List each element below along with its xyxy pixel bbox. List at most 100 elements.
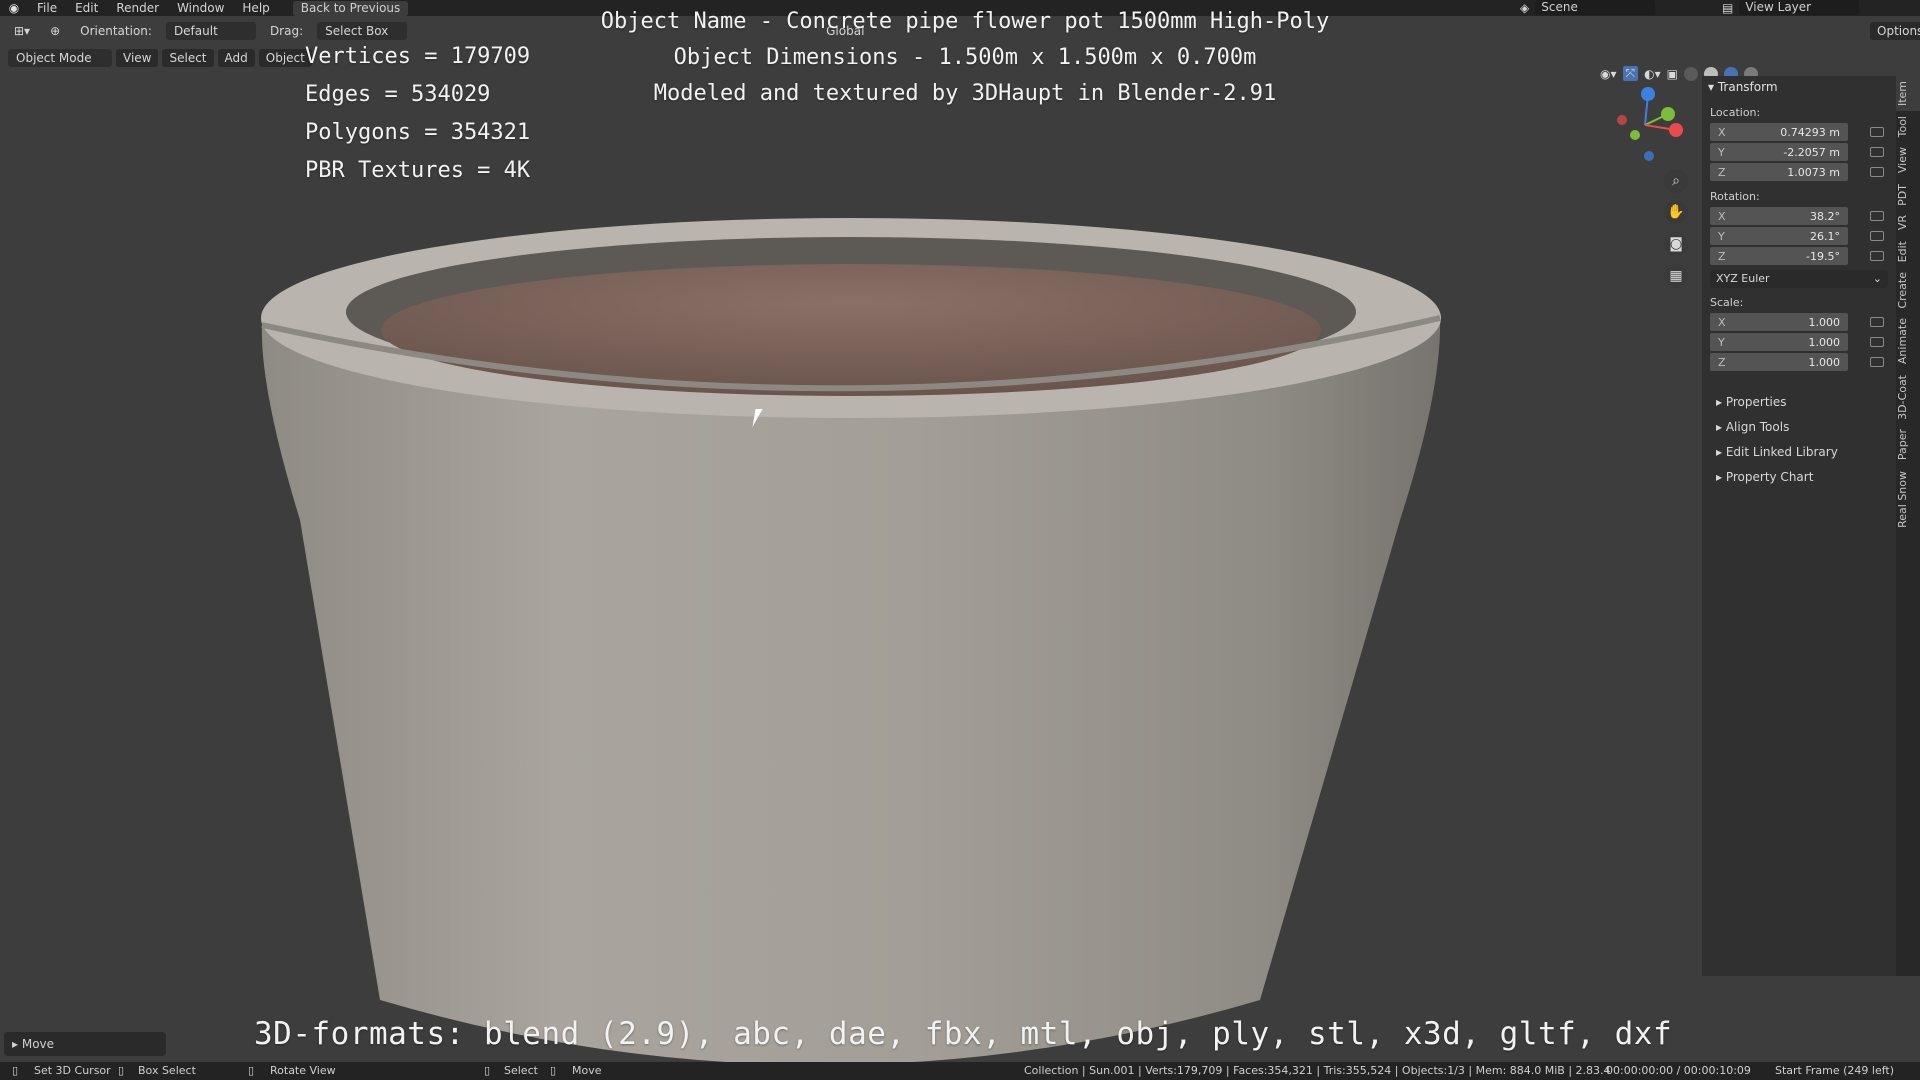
scale-x-lock-icon[interactable] (1870, 317, 1884, 327)
menu-object[interactable]: Object (258, 49, 312, 67)
wireframe-shading-icon[interactable] (1683, 66, 1698, 81)
transform-pivot-icon[interactable]: ⊕ (44, 22, 66, 40)
scale-y-row: Y 1.000 (1710, 332, 1896, 352)
orientation-dropdown[interactable]: Default (165, 22, 256, 40)
location-x-lock-icon[interactable] (1870, 127, 1884, 137)
location-z-lock-icon[interactable] (1870, 167, 1884, 177)
perspective-grid-icon[interactable]: ▦ (1664, 264, 1688, 288)
scene-name-field[interactable]: Scene (1535, 0, 1656, 15)
scene-selector[interactable]: ◈ Scene (1520, 0, 1656, 15)
rotation-x-row: X 38.2° (1710, 206, 1896, 226)
mouse-left-icon: ▯ (12, 1064, 19, 1077)
overlay-toggle-icon[interactable]: ◐▾ (1644, 67, 1661, 81)
view-layer-field[interactable]: View Layer (1739, 0, 1860, 15)
object-dimensions-text: Object Dimensions - 1.500m x 1.500m x 0.… (673, 45, 1257, 70)
pot-body (261, 318, 1441, 1065)
tab-edit[interactable]: Edit (1896, 236, 1920, 267)
menu-file[interactable]: File (28, 0, 66, 16)
rotation-y-field[interactable]: Y 26.1° (1710, 227, 1848, 245)
panel-properties[interactable]: ▸ Properties (1702, 390, 1896, 415)
tab-animate[interactable]: Animate (1896, 313, 1920, 369)
mode-dropdown[interactable]: Object Mode (8, 49, 112, 67)
zoom-icon[interactable]: ⌕ (1664, 169, 1688, 193)
location-y-lock-icon[interactable] (1870, 147, 1884, 157)
view-layer-selector[interactable]: ▤ View Layer (1722, 0, 1860, 15)
scale-z-field[interactable]: Z 1.000 (1710, 353, 1848, 371)
tab-vr[interactable]: VR (1896, 210, 1920, 235)
status-frame-info: Start Frame (249 left) (1775, 1064, 1895, 1077)
scale-label: Scale: (1710, 296, 1744, 309)
mouse-right-icon-2: ▯ (550, 1064, 557, 1077)
panel-edit-linked-library[interactable]: ▸ Edit Linked Library (1702, 440, 1896, 465)
xray-toggle-icon[interactable]: ▣ (1667, 67, 1678, 81)
menu-edit[interactable]: Edit (66, 0, 107, 16)
rotation-z-lock-icon[interactable] (1870, 251, 1884, 261)
scale-z-lock-icon[interactable] (1870, 357, 1884, 367)
last-operator-label: Move (21, 1037, 55, 1051)
rotation-x-field[interactable]: X 38.2° (1710, 207, 1848, 225)
location-y-row: Y -2.2057 m (1710, 142, 1896, 162)
tab-item[interactable]: Item (1896, 76, 1920, 112)
menu-help[interactable]: Help (233, 0, 278, 16)
gizmo-neg-y (1630, 130, 1640, 140)
status-bar: ▯ Set 3D Cursor ▯ Box Select ▯ Rotate Vi… (0, 1062, 1920, 1080)
concrete-pot[interactable] (261, 218, 1441, 1065)
vertices-count: Vertices = 179709 (305, 44, 531, 69)
location-x-field[interactable]: X 0.74293 m (1710, 123, 1848, 141)
menu-add[interactable]: Add (217, 49, 255, 67)
gizmo-neg-z (1644, 151, 1654, 161)
location-z-field[interactable]: Z 1.0073 m (1710, 163, 1848, 181)
mouse-middle-icon: ▯ (248, 1064, 255, 1077)
location-z-row: Z 1.0073 m (1710, 162, 1896, 182)
last-operator-panel[interactable]: ▸ Move (4, 1032, 166, 1056)
back-to-previous-button[interactable]: Back to Previous (292, 0, 409, 16)
object-name-text: Object Name - Concrete pipe flower pot 1… (600, 9, 1330, 34)
menu-render[interactable]: Render (107, 0, 168, 16)
sidebar-n-panel: ▾ Transform Location: X 0.74293 m Y -2.205… (1702, 76, 1896, 976)
navigation-gizmo[interactable] (1600, 80, 1690, 170)
transform-panel-header[interactable]: ▾ Transform (1702, 76, 1896, 98)
panel-property-chart[interactable]: ▸ Property Chart (1702, 465, 1896, 490)
tab-3d-coat[interactable]: 3D-Coat (1896, 370, 1920, 425)
mesh-stats-overlay: Vertices = 179709 Edges = 534029 Polygon… (305, 42, 530, 194)
tab-create[interactable]: Create (1896, 267, 1920, 314)
status-select: Select (504, 1064, 538, 1077)
rotation-z-field[interactable]: Z -19.5° (1710, 247, 1848, 265)
editor-type-icon[interactable]: ⊞▾ (8, 22, 36, 40)
location-label: Location: (1710, 106, 1761, 119)
rotation-y-lock-icon[interactable] (1870, 231, 1884, 241)
location-y-field[interactable]: Y -2.2057 m (1710, 143, 1848, 161)
drag-dropdown[interactable]: Select Box (317, 22, 408, 40)
viewport-visibility-icon[interactable]: ◉▾ (1600, 67, 1617, 81)
camera-view-icon[interactable]: ◙ (1664, 232, 1688, 256)
mouse-left-icon-2: ▯ (118, 1064, 125, 1077)
scale-y-field[interactable]: Y 1.000 (1710, 333, 1848, 351)
scale-z-row: Z 1.000 (1710, 352, 1896, 372)
tab-real-snow[interactable]: Real Snow (1896, 466, 1920, 533)
scale-y-lock-icon[interactable] (1870, 337, 1884, 347)
tab-paper[interactable]: Paper (1896, 424, 1920, 465)
panel-align-tools[interactable]: ▸ Align Tools (1702, 415, 1896, 440)
transform-title: Transform (1717, 80, 1778, 94)
tab-view[interactable]: View (1896, 142, 1920, 178)
credit-text: Modeled and textured by 3DHaupt in Blend… (653, 81, 1277, 106)
rotation-mode-dropdown[interactable]: XYZ Euler ⌄ (1710, 270, 1888, 288)
menu-select[interactable]: Select (162, 49, 214, 67)
status-box-select: Box Select (138, 1064, 196, 1077)
textures-info: PBR Textures = 4K (305, 158, 531, 183)
blender-logo-icon[interactable]: ◉ (0, 1, 28, 15)
options-dropdown[interactable]: Options (1870, 22, 1920, 40)
rotation-x-lock-icon[interactable] (1870, 211, 1884, 221)
menu-view[interactable]: View (116, 49, 159, 67)
tab-tool[interactable]: Tool (1896, 111, 1920, 142)
status-timecode: 00:00:00:00 / 00:00:10:09 (1606, 1064, 1751, 1077)
pan-hand-icon[interactable]: ✋ (1664, 200, 1688, 224)
chevron-down-icon: ⌄ (1872, 272, 1882, 285)
scene-icon: ◈ (1520, 0, 1530, 15)
scale-x-field[interactable]: X 1.000 (1710, 313, 1848, 331)
menu-window[interactable]: Window (168, 0, 233, 16)
rotation-label: Rotation: (1710, 190, 1760, 203)
polygons-count: Polygons = 354321 (305, 120, 531, 145)
gizmo-toggle-icon[interactable]: ⤧ (1622, 66, 1639, 81)
tab-pdt[interactable]: PDT (1896, 179, 1920, 211)
